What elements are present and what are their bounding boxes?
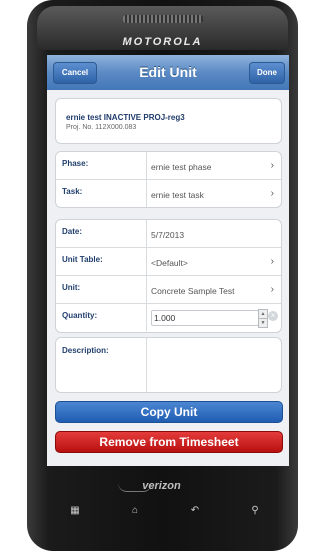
project-number: Proj. No. 112X000.083 (66, 124, 137, 131)
task-label: Task: (62, 187, 83, 196)
chevron-right-icon: › (270, 188, 274, 199)
task-row[interactable]: Task: ernie test task › (56, 180, 281, 207)
phase-row[interactable]: Phase: ernie test phase › (56, 152, 281, 180)
quantity-input[interactable]: 1.000 (151, 310, 259, 326)
task-value: ernie test task (151, 190, 204, 200)
phase-task-group: Phase: ernie test phase › Task: ernie te… (55, 151, 282, 208)
unit-value: Concrete Sample Test (151, 286, 235, 296)
unit-row[interactable]: Unit: Concrete Sample Test › (56, 276, 281, 304)
description-label: Description: (62, 346, 109, 355)
phase-value: ernie test phase (151, 162, 212, 172)
menu-key-icon[interactable]: ▦ (50, 505, 100, 516)
back-key-icon[interactable]: ↶ (170, 505, 220, 516)
row-divider (146, 276, 147, 303)
remove-from-timesheet-button[interactable]: Remove from Timesheet (55, 431, 283, 453)
chevron-right-icon: › (270, 284, 274, 295)
stepper-down-icon[interactable]: ▼ (258, 318, 268, 328)
date-label: Date: (62, 227, 83, 236)
phase-label: Phase: (62, 159, 89, 168)
chevron-right-icon: › (270, 256, 274, 267)
clear-icon[interactable]: × (268, 311, 278, 321)
date-row[interactable]: Date: 5/7/2013 (56, 220, 281, 248)
home-key-icon[interactable]: ⌂ (110, 505, 160, 516)
hardware-keys: ▦ ⌂ ↶ ⚲ (50, 505, 280, 525)
search-key-icon[interactable]: ⚲ (230, 505, 280, 516)
row-divider (146, 180, 147, 207)
copy-unit-button[interactable]: Copy Unit (55, 401, 283, 423)
unit-table-label: Unit Table: (62, 255, 103, 264)
done-button[interactable]: Done (249, 62, 285, 84)
row-divider (146, 220, 147, 247)
unit-details-group: Date: 5/7/2013 Unit Table: <Default> › U… (55, 219, 282, 333)
quantity-row: Quantity: 1.000 ▲ ▼ × (56, 304, 281, 331)
brand-logo: MOTOROLA (122, 36, 203, 48)
quantity-label: Quantity: (62, 311, 98, 320)
row-divider (146, 152, 147, 179)
unit-label: Unit: (62, 283, 81, 292)
title-bar: Cancel Edit Unit Done (47, 55, 289, 90)
description-field[interactable]: Description: (55, 337, 282, 393)
chevron-right-icon: › (270, 160, 274, 171)
row-divider (146, 248, 147, 275)
date-value: 5/7/2013 (151, 230, 185, 240)
app-screen: Cancel Edit Unit Done ernie test INACTIV… (47, 55, 289, 466)
speaker-grille (123, 15, 203, 23)
unit-table-row[interactable]: Unit Table: <Default> › (56, 248, 281, 276)
row-divider (146, 304, 147, 331)
carrier-logo: verizon (142, 480, 181, 492)
project-card: ernie test INACTIVE PROJ-reg3 Proj. No. … (55, 98, 282, 144)
unit-table-value: <Default> (151, 258, 188, 268)
row-divider (146, 338, 147, 392)
project-name: ernie test INACTIVE PROJ-reg3 (66, 113, 185, 122)
